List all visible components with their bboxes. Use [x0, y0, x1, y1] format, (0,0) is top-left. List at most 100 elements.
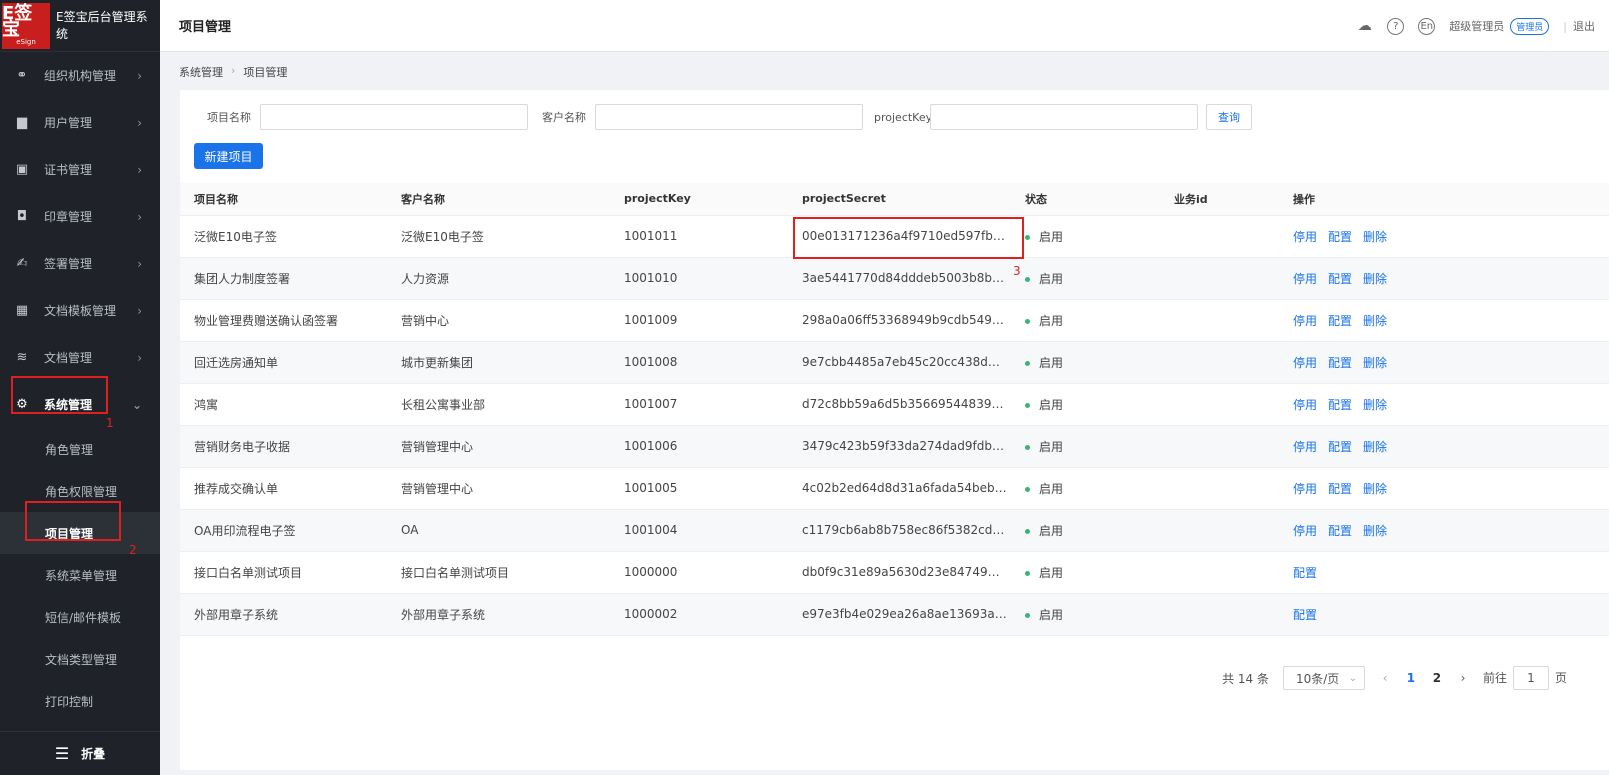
op-link[interactable]: 删除 — [1363, 398, 1387, 412]
status-text: 启用 — [1039, 607, 1064, 622]
sidebar-item-4[interactable]: ✍ 签署管理 › — [0, 240, 160, 287]
project-name-label: 项目名称 — [207, 111, 251, 124]
cell-ops: 停用 配置 删除 — [1293, 425, 1609, 468]
op-link[interactable]: 配置 — [1328, 272, 1352, 286]
sidebar-item-3[interactable]: ◘ 印章管理 › — [0, 193, 160, 240]
page-1[interactable]: 1 — [1405, 671, 1417, 685]
op-link[interactable]: 停用 — [1293, 482, 1317, 496]
chevron-right-icon: › — [137, 350, 142, 365]
sidebar-item-1[interactable]: ▆ 用户管理 › — [0, 99, 160, 146]
breadcrumb-item-system[interactable]: 系统管理 — [179, 64, 223, 80]
cell-status: 启用 — [1025, 215, 1174, 258]
op-link[interactable]: 删除 — [1363, 524, 1387, 538]
help-icon[interactable]: ? — [1387, 17, 1405, 35]
cell-customer: OA — [401, 509, 624, 552]
op-link[interactable]: 停用 — [1293, 230, 1317, 244]
prev-page-icon[interactable]: ‹ — [1379, 671, 1391, 685]
cell-ops: 停用 配置 删除 — [1293, 509, 1609, 552]
op-link[interactable]: 停用 — [1293, 440, 1317, 454]
cell-project-key: 1000002 — [624, 593, 802, 636]
op-link[interactable]: 配置 — [1328, 440, 1352, 454]
op-link[interactable]: 配置 — [1328, 482, 1352, 496]
logout-link[interactable]: 退出 — [1573, 18, 1595, 34]
op-link[interactable]: 停用 — [1293, 272, 1317, 286]
customer-name-input[interactable] — [595, 104, 863, 130]
pagination: 共 14 条 10条/页 ⌄ ‹ 1 2 › 前往 1 页 — [1222, 666, 1567, 690]
table-row: 营销财务电子收据 营销管理中心 1001006 3479c423b59f33da274… — [180, 425, 1609, 468]
op-link[interactable]: 停用 — [1293, 524, 1317, 538]
status-text: 启用 — [1039, 271, 1064, 286]
submenu-item-3[interactable]: 系统菜单管理 — [0, 554, 160, 596]
op-link[interactable]: 删除 — [1363, 272, 1387, 286]
cell-ops: 停用 配置 删除 — [1293, 383, 1609, 426]
next-page-icon[interactable]: › — [1457, 671, 1469, 685]
op-link[interactable]: 删除 — [1363, 230, 1387, 244]
chevron-right-icon: › — [137, 256, 142, 271]
status-text: 启用 — [1039, 355, 1064, 370]
template-icon: ▦ — [15, 303, 29, 318]
cell-project-name: 集团人力制度签署 — [180, 257, 401, 300]
certificate-icon: ▣ — [15, 162, 29, 177]
query-button[interactable]: 查询 — [1206, 104, 1252, 130]
col-header-ops: 操作 — [1293, 183, 1609, 216]
cell-customer: 营销管理中心 — [401, 425, 624, 468]
language-toggle[interactable]: En — [1418, 17, 1436, 35]
op-link[interactable]: 配置 — [1328, 230, 1352, 244]
submenu-item-6[interactable]: 打印控制 — [0, 680, 160, 722]
op-link[interactable]: 配置 — [1293, 566, 1317, 580]
role-badge: 管理员 — [1510, 17, 1550, 35]
op-link[interactable]: 配置 — [1328, 524, 1352, 538]
submenu-item-5[interactable]: 文档类型管理 — [0, 638, 160, 680]
username[interactable]: 超级管理员 — [1449, 18, 1504, 34]
cell-project-name: 外部用章子系统 — [180, 593, 401, 636]
cell-ops: 配置 — [1293, 551, 1609, 594]
secret-text: e97e3fb4e029ea26a8ae13693a7a4... — [802, 607, 1007, 622]
status-dot-icon — [1025, 402, 1030, 408]
sidebar-item-6[interactable]: ≋ 文档管理 › — [0, 334, 160, 381]
cell-project-name: 鸿寓 — [180, 383, 401, 426]
table-row: 外部用章子系统 外部用章子系统 1000002 e97e3fb4e029ea26a8a… — [180, 593, 1609, 636]
annotation-label-2: 2 — [129, 543, 137, 557]
project-key-input[interactable] — [930, 104, 1198, 130]
op-link[interactable]: 配置 — [1328, 398, 1352, 412]
table-row: OA用印流程电子签 OA 1001004 c1179cb6ab8b758ec86f53… — [180, 509, 1609, 552]
sidebar-item-2[interactable]: ▣ 证书管理 › — [0, 146, 160, 193]
annotation-box-1 — [11, 376, 108, 414]
sidebar-item-label: 签署管理 — [44, 257, 93, 271]
submenu-item-4[interactable]: 短信/邮件模板 — [0, 596, 160, 638]
breadcrumb-separator-icon: › — [231, 64, 236, 77]
cloud-download-icon[interactable]: ☁ — [1356, 18, 1373, 35]
op-link[interactable]: 停用 — [1293, 356, 1317, 370]
sidebar-item-0[interactable]: ⚭ 组织机构管理 › — [0, 52, 160, 99]
new-project-button[interactable]: 新建项目 — [194, 143, 263, 169]
sidebar-item-label: 印章管理 — [44, 210, 93, 224]
op-link[interactable]: 删除 — [1363, 314, 1387, 328]
op-link[interactable]: 停用 — [1293, 314, 1317, 328]
sidebar-menu: ⚭ 组织机构管理 › ▆ 用户管理 › ▣ 证书管理 › ◘ 印章管理 › ✍ 签署管理 › ▦ 文档模板管理 ›… — [0, 52, 160, 428]
sidebar-item-5[interactable]: ▦ 文档模板管理 › — [0, 287, 160, 334]
op-link[interactable]: 配置 — [1328, 356, 1352, 370]
op-link[interactable]: 删除 — [1363, 440, 1387, 454]
op-link[interactable]: 配置 — [1328, 314, 1352, 328]
table-row: 集团人力制度签署 人力资源 1001010 3ae5441770d84dddeb500… — [180, 257, 1609, 300]
annotation-box-2 — [25, 501, 121, 541]
page-size-select[interactable]: 10条/页 ⌄ — [1282, 666, 1365, 690]
status-dot-icon — [1025, 276, 1030, 282]
status-text: 启用 — [1039, 481, 1064, 496]
cell-biz-id — [1174, 551, 1293, 594]
collapse-button[interactable]: ☰ 折叠 — [0, 731, 160, 775]
goto-input[interactable]: 1 — [1512, 666, 1549, 690]
op-link[interactable]: 配置 — [1293, 608, 1317, 622]
secret-text: 4c02b2ed64d8d31a6fada54bebc8bd... — [802, 481, 1007, 496]
submenu-item-0[interactable]: 角色管理 — [0, 428, 160, 470]
cell-project-name: 营销财务电子收据 — [180, 425, 401, 468]
status-dot-icon — [1025, 360, 1030, 366]
top-header: 项目管理 ☁ ? En 超级管理员 管理员 | 退出 — [160, 0, 1609, 52]
project-name-input[interactable] — [260, 104, 528, 130]
page-2[interactable]: 2 — [1431, 671, 1443, 685]
cell-project-key: 1001007 — [624, 383, 802, 426]
op-link[interactable]: 删除 — [1363, 356, 1387, 370]
cell-project-key: 1000000 — [624, 551, 802, 594]
op-link[interactable]: 停用 — [1293, 398, 1317, 412]
op-link[interactable]: 删除 — [1363, 482, 1387, 496]
